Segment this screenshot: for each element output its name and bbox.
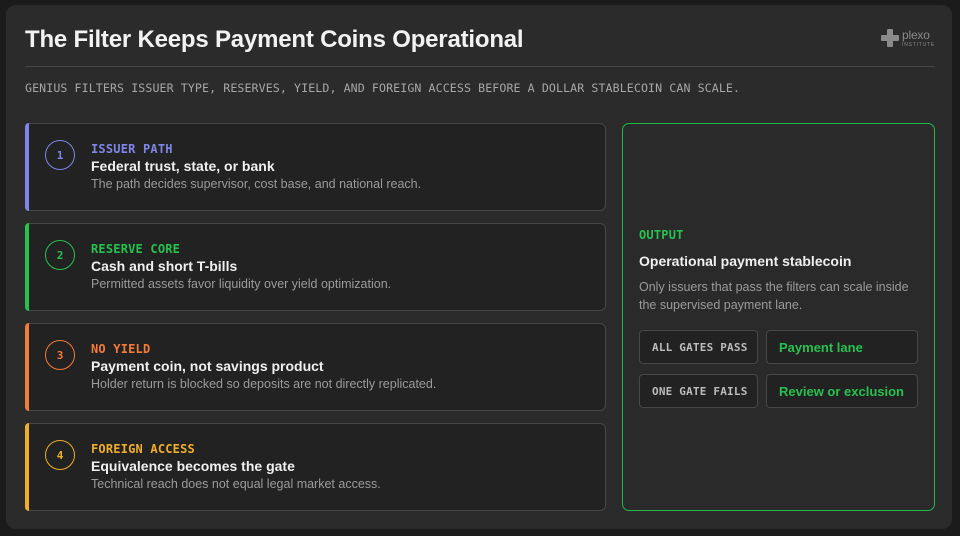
brand-logo: plexo INSTITUTE bbox=[881, 29, 935, 49]
gate-description: Holder return is blocked so deposits are… bbox=[91, 377, 437, 391]
gate-card-issuer-path: 1 ISSUER PATH Federal trust, state, or b… bbox=[25, 123, 606, 211]
rule-condition-all-pass: ALL GATES PASS bbox=[639, 330, 758, 364]
gate-accent-bar bbox=[25, 323, 29, 411]
gate-description: Permitted assets favor liquidity over yi… bbox=[91, 277, 392, 291]
gate-number-badge: 4 bbox=[45, 440, 75, 470]
header-divider bbox=[25, 66, 935, 67]
gate-number-badge: 1 bbox=[45, 140, 75, 170]
gate-card-no-yield: 3 NO YIELD Payment coin, not savings pro… bbox=[25, 323, 606, 411]
gate-label: NO YIELD bbox=[91, 342, 151, 356]
gate-headline: Federal trust, state, or bank bbox=[91, 158, 275, 174]
page-subtitle: GENIUS FILTERS ISSUER TYPE, RESERVES, YI… bbox=[25, 81, 741, 95]
gate-headline: Equivalence becomes the gate bbox=[91, 458, 295, 474]
gate-label: RESERVE CORE bbox=[91, 242, 181, 256]
gate-card-reserve-core: 2 RESERVE CORE Cash and short T-bills Pe… bbox=[25, 223, 606, 311]
gate-headline: Payment coin, not savings product bbox=[91, 358, 324, 374]
output-label: OUTPUT bbox=[639, 228, 684, 242]
rule-result-review: Review or exclusion bbox=[766, 374, 918, 408]
output-panel: OUTPUT Operational payment stablecoin On… bbox=[622, 123, 935, 511]
rule-result-payment-lane: Payment lane bbox=[766, 330, 918, 364]
gate-accent-bar bbox=[25, 423, 29, 511]
gate-description: Technical reach does not equal legal mar… bbox=[91, 477, 381, 491]
gate-headline: Cash and short T-bills bbox=[91, 258, 238, 274]
gate-number-badge: 2 bbox=[45, 240, 75, 270]
logo-name: plexo bbox=[902, 28, 930, 42]
gate-description: The path decides supervisor, cost base, … bbox=[91, 177, 422, 191]
gate-accent-bar bbox=[25, 223, 29, 311]
rule-condition-one-fails: ONE GATE FAILS bbox=[639, 374, 758, 408]
logo-tagline: INSTITUTE bbox=[902, 42, 936, 48]
plus-cross-icon bbox=[881, 29, 899, 47]
gate-card-foreign-access: 4 FOREIGN ACCESS Equivalence becomes the… bbox=[25, 423, 606, 511]
page-title: The Filter Keeps Payment Coins Operation… bbox=[25, 26, 524, 53]
gate-accent-bar bbox=[25, 123, 29, 211]
gate-label: FOREIGN ACCESS bbox=[91, 442, 195, 456]
output-title: Operational payment stablecoin bbox=[639, 253, 852, 269]
gate-label: ISSUER PATH bbox=[91, 142, 173, 156]
output-description: Only issuers that pass the filters can s… bbox=[639, 280, 909, 312]
gate-number-badge: 3 bbox=[45, 340, 75, 370]
